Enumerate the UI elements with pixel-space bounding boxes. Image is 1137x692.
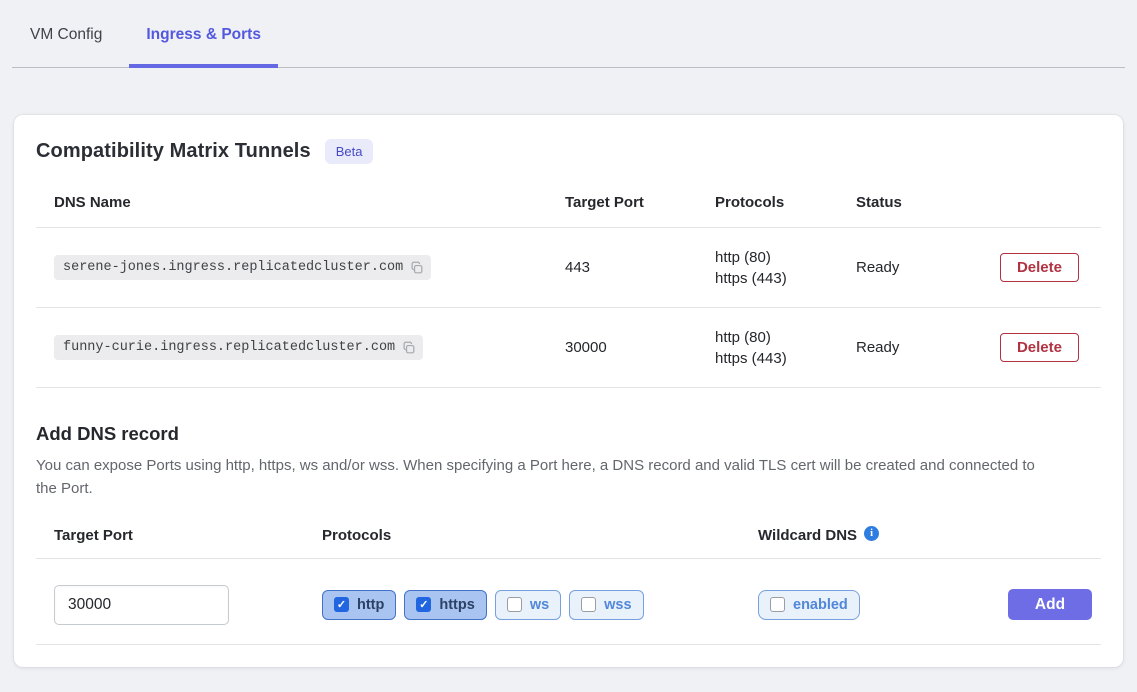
target-port-cell: 443 [565, 259, 715, 276]
header-target-port: Target Port [565, 194, 715, 211]
table-row: funny-curie.ingress.replicatedcluster.co… [36, 308, 1101, 388]
dns-name-pill: funny-curie.ingress.replicatedcluster.co… [54, 335, 423, 360]
dns-name-text: serene-jones.ingress.replicatedcluster.c… [63, 260, 403, 275]
status-cell: Ready [856, 339, 996, 356]
dns-cell: serene-jones.ingress.replicatedcluster.c… [36, 255, 565, 280]
form-header-protocols: Protocols [322, 527, 758, 544]
add-button[interactable]: Add [1008, 589, 1092, 620]
protocol-checkbox-group: ✓ http ✓ https ws wss [322, 590, 758, 620]
protocols-cell: http (80) https (443) [715, 327, 856, 369]
checkbox-label: wss [604, 597, 631, 613]
tab-vm-config[interactable]: VM Config [13, 26, 119, 67]
dns-name-pill: serene-jones.ingress.replicatedcluster.c… [54, 255, 431, 280]
tunnels-table: DNS Name Target Port Protocols Status se… [36, 194, 1101, 388]
header-status: Status [856, 194, 996, 211]
target-port-input[interactable] [54, 585, 229, 625]
add-form-header-row: Target Port Protocols Wildcard DNS i [36, 527, 1101, 559]
dns-cell: funny-curie.ingress.replicatedcluster.co… [36, 335, 565, 360]
protocol-line: https (443) [715, 268, 856, 289]
status-cell: Ready [856, 259, 996, 276]
checkbox-http[interactable]: ✓ http [322, 590, 396, 620]
add-dns-record-description: You can expose Ports using http, https, … [36, 454, 1056, 501]
checkbox-checked-icon: ✓ [416, 597, 431, 612]
actions-cell: Delete [1000, 253, 1101, 282]
checkbox-checked-icon: ✓ [334, 597, 349, 612]
tunnels-card: Compatibility Matrix Tunnels Beta DNS Na… [14, 115, 1123, 667]
target-port-field-wrap [36, 585, 322, 625]
target-port-cell: 30000 [565, 339, 715, 356]
add-dns-record-title: Add DNS record [36, 423, 1101, 445]
card-title: Compatibility Matrix Tunnels [36, 140, 311, 163]
checkbox-wildcard-enabled[interactable]: enabled [758, 590, 860, 620]
table-header-row: DNS Name Target Port Protocols Status [36, 194, 1101, 228]
header-protocols: Protocols [715, 194, 856, 211]
tab-ingress-ports[interactable]: Ingress & Ports [129, 26, 278, 67]
checkbox-unchecked-icon [581, 597, 596, 612]
form-header-target-port: Target Port [36, 527, 322, 544]
header-dns-name: DNS Name [36, 194, 565, 211]
info-icon[interactable]: i [864, 526, 879, 541]
copy-icon[interactable] [402, 341, 416, 355]
delete-button[interactable]: Delete [1000, 253, 1079, 282]
copy-icon[interactable] [410, 261, 424, 275]
checkbox-label: enabled [793, 597, 848, 613]
checkbox-https[interactable]: ✓ https [404, 590, 486, 620]
form-header-wildcard-dns: Wildcard DNS i [758, 527, 1008, 544]
protocols-cell: http (80) https (443) [715, 247, 856, 289]
checkbox-label: http [357, 597, 384, 613]
table-row: serene-jones.ingress.replicatedcluster.c… [36, 228, 1101, 308]
protocol-line: http (80) [715, 247, 856, 268]
tab-bar: VM Config Ingress & Ports [12, 0, 1125, 68]
checkbox-label: ws [530, 597, 549, 613]
wildcard-dns-label: Wildcard DNS [758, 527, 857, 544]
card-title-row: Compatibility Matrix Tunnels Beta [36, 139, 1101, 164]
checkbox-label: https [439, 597, 474, 613]
checkbox-unchecked-icon [770, 597, 785, 612]
protocol-line: https (443) [715, 348, 856, 369]
add-button-wrap: Add [1008, 589, 1114, 620]
checkbox-wss[interactable]: wss [569, 590, 643, 620]
checkbox-unchecked-icon [507, 597, 522, 612]
beta-badge: Beta [325, 139, 374, 164]
checkbox-ws[interactable]: ws [495, 590, 561, 620]
actions-cell: Delete [1000, 333, 1101, 362]
delete-button[interactable]: Delete [1000, 333, 1079, 362]
protocol-line: http (80) [715, 327, 856, 348]
dns-name-text: funny-curie.ingress.replicatedcluster.co… [63, 340, 395, 355]
add-form-row: ✓ http ✓ https ws wss enabled Add [36, 559, 1101, 645]
wildcard-field-wrap: enabled [758, 590, 1008, 620]
